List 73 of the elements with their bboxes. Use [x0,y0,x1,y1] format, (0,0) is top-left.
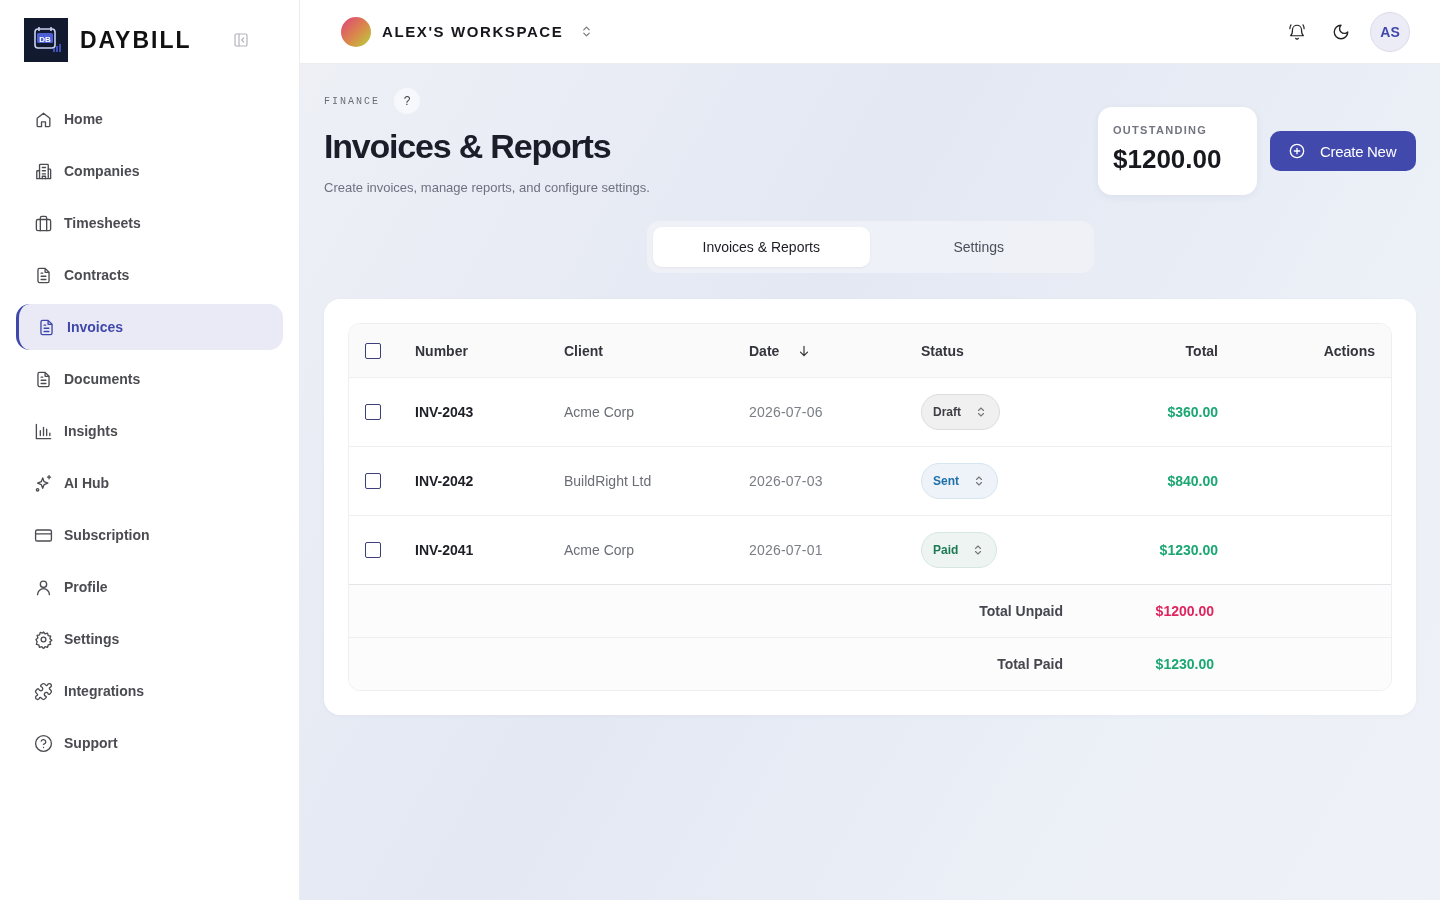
outstanding-label: OUTSTANDING [1113,124,1209,136]
app-name: DAYBILL [80,26,192,54]
tab[interactable]: Invoices & Reports [652,227,870,267]
invoice-number: INV-2043 [414,404,474,420]
table-cell-text: 2026-07-01 [748,542,823,558]
workspace-switcher[interactable]: ALEX'S WORKSPACE [341,16,594,47]
invoice-total: $360.00 [1167,404,1219,420]
help-icon [34,733,53,753]
sparkles-icon [34,473,53,493]
row-checkbox[interactable] [365,404,381,420]
column-header: Number [415,342,468,359]
invoice-total: $840.00 [1167,473,1219,489]
table-cell-text: Acme Corp [563,404,635,420]
nav-item[interactable]: Contracts [16,252,283,298]
total-label: Total Paid [997,656,1064,672]
row-checkbox[interactable] [365,473,381,489]
nav-item[interactable]: Timesheets [16,200,283,246]
invoice-number: INV-2041 [414,542,474,558]
nav-item[interactable]: Documents [16,356,283,402]
invoice-total: $1230.00 [1159,542,1219,558]
column-header[interactable]: Date [749,342,780,359]
document-icon [34,265,53,285]
section-label: FINANCE [324,95,380,107]
nav-item[interactable]: Insights [16,408,283,454]
total-amount: $1230.00 [1155,656,1215,672]
row-checkbox[interactable] [365,542,381,558]
table-cell-text: Acme Corp [563,542,635,558]
bar-chart-icon [34,421,53,441]
column-header: Actions [1323,342,1375,359]
table-cell-text: 2026-07-03 [748,473,823,489]
status-select[interactable]: Paid [921,532,998,568]
document-icon [34,369,53,389]
document-icon [37,317,56,337]
page-title: Invoices & Reports [324,126,612,166]
status-select[interactable]: Sent [921,463,998,499]
settings-icon [34,629,53,649]
page-subtitle: Create invoices, manage reports, and configure settings. [324,180,651,195]
select-all-checkbox[interactable] [365,342,381,359]
nav-item[interactable]: Home [16,96,283,142]
user-icon [34,577,53,597]
user-avatar[interactable]: AS [1370,11,1410,52]
bell-icon [1288,22,1306,41]
nav-item[interactable]: Subscription [16,512,283,558]
plus-circle-icon [1289,143,1305,159]
nav-item[interactable]: Companies [16,148,283,194]
nav-item[interactable]: Support [16,720,283,766]
total-label: Total Unpaid [979,603,1064,619]
help-button[interactable]: ? [394,88,420,114]
nav-item[interactable]: AI Hub [16,460,283,506]
column-header: Total [1185,342,1218,359]
building-icon [34,161,53,181]
chevron-up-down-icon [975,406,987,418]
outstanding-amount: $1200.00 [1113,144,1223,175]
app-logo: DB [24,18,68,62]
chevron-up-down-icon [973,475,985,487]
nav-item[interactable]: Profile [16,564,283,610]
status-select[interactable]: Draft [921,394,1000,430]
column-header: Status [921,342,964,359]
home-icon [34,109,53,129]
briefcase-icon [34,213,53,233]
tab[interactable]: Settings [870,227,1088,267]
moon-icon [1332,22,1350,41]
column-header: Client [564,342,603,359]
total-amount: $1200.00 [1155,603,1215,619]
workspace-icon [341,16,371,47]
create-new-button[interactable]: Create New [1270,131,1416,171]
nav-item[interactable]: Settings [16,616,283,662]
table-cell-text: 2026-07-06 [748,404,823,420]
nav-item[interactable]: Invoices [16,304,283,350]
table-cell-text: BuildRight Ltd [563,473,652,489]
invoice-number: INV-2042 [414,473,474,489]
nav-item[interactable]: Integrations [16,668,283,714]
puzzle-icon [34,681,53,701]
